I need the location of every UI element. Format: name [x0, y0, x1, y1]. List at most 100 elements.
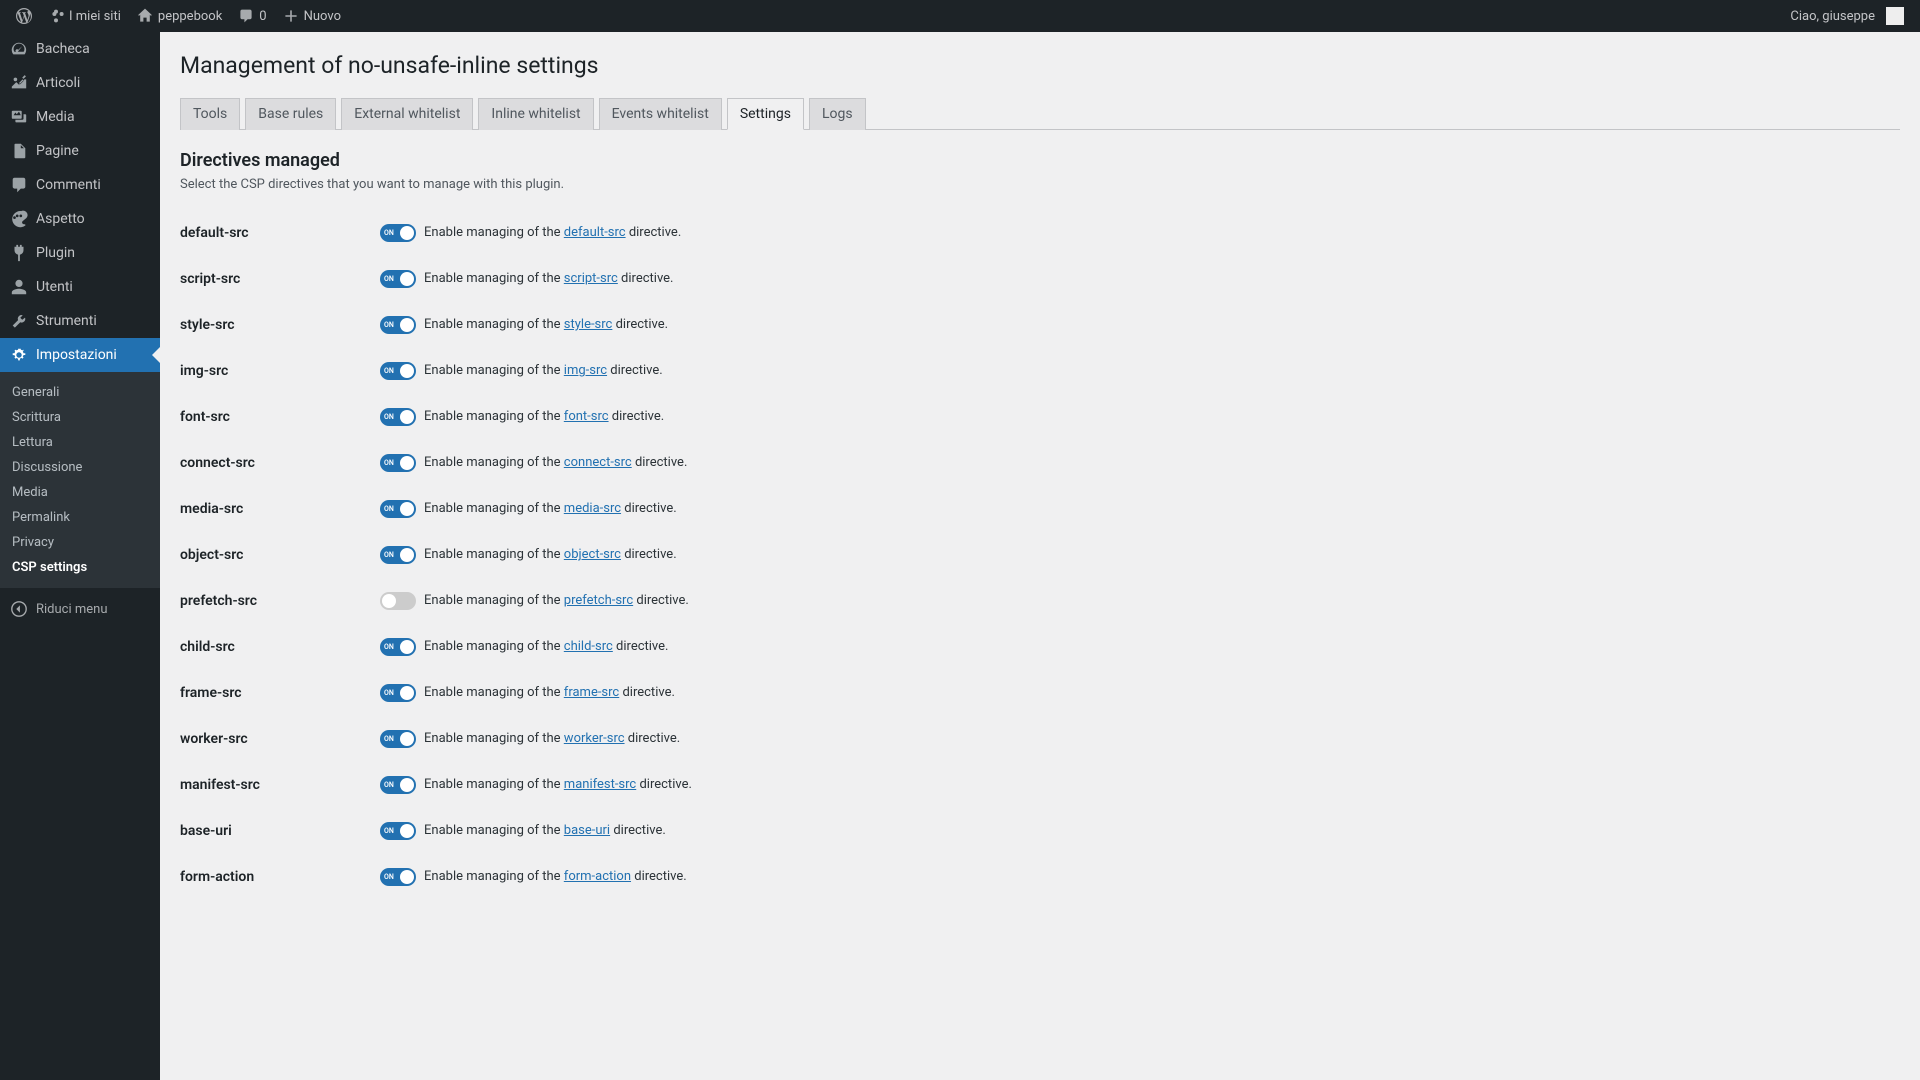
directive-description: Enable managing of the form-action direc… — [424, 869, 687, 884]
sidebar-item-commenti[interactable]: Commenti — [0, 168, 160, 202]
sidebar-item-impostazioni[interactable]: Impostazioni — [0, 338, 160, 372]
submenu-item-permalink[interactable]: Permalink — [0, 505, 160, 530]
submenu-item-generali[interactable]: Generali — [0, 380, 160, 405]
sidebar-label: Aspetto — [36, 211, 85, 227]
directive-link-font-src[interactable]: font-src — [564, 409, 609, 424]
sidebar-item-articoli[interactable]: Articoli — [0, 66, 160, 100]
admin-sidebar: Bacheca Articoli Media Pagine Commenti A… — [0, 32, 160, 1080]
directive-description: Enable managing of the manifest-src dire… — [424, 777, 692, 792]
collapse-icon — [10, 600, 28, 618]
directive-name: default-src — [180, 210, 380, 256]
tab-logs[interactable]: Logs — [809, 98, 866, 130]
directive-row-prefetch-src: prefetch-srcEnable managing of the prefe… — [180, 578, 1900, 624]
comments-menu[interactable]: 0 — [230, 0, 274, 32]
site-name-menu[interactable]: peppebook — [129, 0, 230, 32]
directive-name: base-uri — [180, 808, 380, 854]
directive-description: Enable managing of the script-src direct… — [424, 271, 673, 286]
tab-tools[interactable]: Tools — [180, 98, 240, 130]
toggle-default-src[interactable]: ON — [380, 224, 416, 242]
submenu-item-csp-settings[interactable]: CSP settings — [0, 555, 160, 580]
directive-link-prefetch-src[interactable]: prefetch-src — [564, 593, 633, 608]
submenu-item-privacy[interactable]: Privacy — [0, 530, 160, 555]
directive-link-form-action[interactable]: form-action — [564, 869, 631, 884]
directive-link-img-src[interactable]: img-src — [564, 363, 607, 378]
toggle-object-src[interactable]: ON — [380, 546, 416, 564]
tab-settings[interactable]: Settings — [727, 98, 804, 130]
my-sites-menu[interactable]: I miei siti — [40, 0, 129, 32]
toggle-font-src[interactable]: ON — [380, 408, 416, 426]
account-menu[interactable]: Ciao, giuseppe — [1782, 0, 1912, 32]
sidebar-item-bacheca[interactable]: Bacheca — [0, 32, 160, 66]
toggle-frame-src[interactable]: ON — [380, 684, 416, 702]
directive-link-connect-src[interactable]: connect-src — [564, 455, 632, 470]
directive-link-child-src[interactable]: child-src — [564, 639, 613, 654]
directive-link-manifest-src[interactable]: manifest-src — [564, 777, 636, 792]
directive-control: ON Enable managing of the manifest-src di… — [380, 776, 1890, 794]
section-title: Directives managed — [180, 150, 1900, 171]
site-name-label: peppebook — [158, 9, 222, 24]
directive-description: Enable managing of the base-uri directiv… — [424, 823, 666, 838]
sidebar-label: Media — [36, 109, 75, 125]
admin-bar-left: I miei siti peppebook 0 Nuovo — [8, 0, 349, 32]
home-icon — [137, 8, 153, 24]
directive-control: ON Enable managing of the form-action dir… — [380, 868, 1890, 886]
toggle-style-src[interactable]: ON — [380, 316, 416, 334]
toggle-on-label: ON — [384, 873, 394, 881]
toggle-script-src[interactable]: ON — [380, 270, 416, 288]
directive-name: media-src — [180, 486, 380, 532]
submenu-item-media[interactable]: Media — [0, 480, 160, 505]
directive-name: style-src — [180, 302, 380, 348]
wp-logo-menu[interactable] — [8, 0, 40, 32]
directive-link-media-src[interactable]: media-src — [564, 501, 621, 516]
toggle-on-label: ON — [384, 459, 394, 467]
directive-control: ONEnable managing of the font-src direct… — [380, 408, 1890, 426]
tab-external-whitelist[interactable]: External whitelist — [341, 98, 473, 130]
collapse-menu-button[interactable]: Riduci menu — [0, 592, 160, 626]
toggle-connect-src[interactable]: ON — [380, 454, 416, 472]
toggle-on-label: ON — [384, 643, 394, 651]
sidebar-item-aspetto[interactable]: Aspetto — [0, 202, 160, 236]
toggle-on-label: ON — [384, 735, 394, 743]
sidebar-item-utenti[interactable]: Utenti — [0, 270, 160, 304]
new-content-menu[interactable]: Nuovo — [275, 0, 349, 32]
toggle-base-uri[interactable]: ON — [380, 822, 416, 840]
submenu-item-discussione[interactable]: Discussione — [0, 455, 160, 480]
avatar-icon — [1886, 7, 1904, 25]
directive-link-frame-src[interactable]: frame-src — [564, 685, 619, 700]
directive-name: form-action — [180, 854, 380, 900]
nav-tabs: Tools Base rules External whitelist Inli… — [180, 97, 1900, 130]
directive-row-connect-src: connect-srcONEnable managing of the conn… — [180, 440, 1900, 486]
directive-link-script-src[interactable]: script-src — [564, 271, 618, 286]
tab-inline-whitelist[interactable]: Inline whitelist — [478, 98, 593, 130]
toggle-media-src[interactable]: ON — [380, 500, 416, 518]
submenu-item-lettura[interactable]: Lettura — [0, 430, 160, 455]
sidebar-item-strumenti[interactable]: Strumenti — [0, 304, 160, 338]
directive-link-default-src[interactable]: default-src — [564, 225, 626, 240]
directive-control: ONEnable managing of the img-src directi… — [380, 362, 1890, 380]
directive-name: manifest-src — [180, 762, 380, 808]
toggle-on-label: ON — [384, 781, 394, 789]
users-icon — [10, 278, 28, 296]
toggle-worker-src[interactable]: ON — [380, 730, 416, 748]
sidebar-item-plugin[interactable]: Plugin — [0, 236, 160, 270]
directive-link-worker-src[interactable]: worker-src — [564, 731, 625, 746]
sidebar-label: Utenti — [36, 279, 73, 295]
directive-link-base-uri[interactable]: base-uri — [564, 823, 610, 838]
toggle-manifest-src[interactable]: ON — [380, 776, 416, 794]
directive-name: worker-src — [180, 716, 380, 762]
toggle-img-src[interactable]: ON — [380, 362, 416, 380]
directive-link-style-src[interactable]: style-src — [564, 317, 613, 332]
sidebar-item-media[interactable]: Media — [0, 100, 160, 134]
multisite-icon — [48, 8, 64, 24]
plugins-icon — [10, 244, 28, 262]
submenu-item-scrittura[interactable]: Scrittura — [0, 405, 160, 430]
tab-events-whitelist[interactable]: Events whitelist — [599, 98, 722, 130]
directive-link-object-src[interactable]: object-src — [564, 547, 621, 562]
toggle-form-action[interactable]: ON — [380, 868, 416, 886]
sidebar-item-pagine[interactable]: Pagine — [0, 134, 160, 168]
toggle-prefetch-src[interactable] — [380, 592, 416, 610]
toggle-child-src[interactable]: ON — [380, 638, 416, 656]
tab-base-rules[interactable]: Base rules — [245, 98, 336, 130]
comments-icon — [10, 176, 28, 194]
directive-control: ONEnable managing of the connect-src dir… — [380, 454, 1890, 472]
